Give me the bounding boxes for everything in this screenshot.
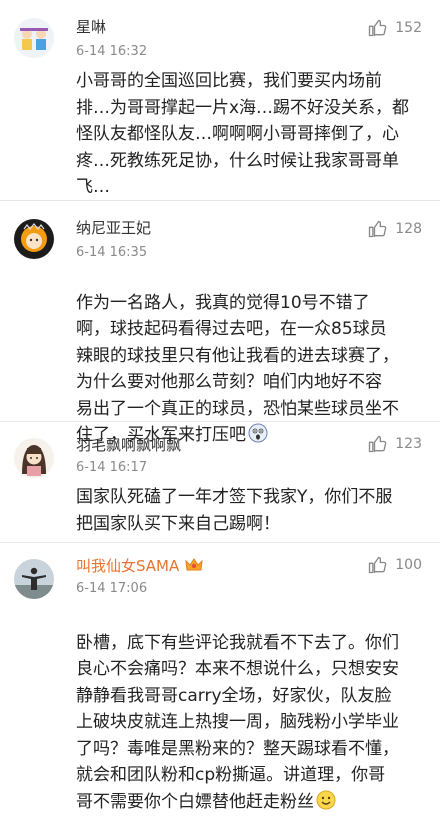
comment-text: 小哥哥的全国巡回比赛，我们要买内场前 排…为哥哥撑起一片x海…踢不好没关系，都 … [76,68,426,201]
timestamp: 6-14 16:32 [76,44,147,59]
thumbs-up-icon [367,219,387,239]
comment-item: 叫我仙女SAMA 6-14 17:06 100 卧槽，底下有些评论我就看不下去了… [0,543,440,795]
comment-text: 国家队死磕了一年才签下我家Y，你们不服 把国家队买下来自己踢啊！ [76,484,426,537]
like-button[interactable]: 100 [367,555,422,575]
like-count: 128 [395,221,422,237]
comment-text: 卧槽，底下有些评论我就看不下去了。你们 良心不会痛吗？本来不想说什么，只想安安 … [76,633,399,812]
comment-text-container: 卧槽，底下有些评论我就看不下去了。你们 良心不会痛吗？本来不想说什么，只想安安 … [76,603,426,818]
timestamp: 6-14 16:35 [76,245,147,260]
long-hair-girl-avatar-icon [14,438,54,478]
username[interactable]: 羽毛飘啊飘啊飘 [76,434,181,455]
avatar[interactable] [14,438,54,478]
timestamp: 6-14 17:06 [76,581,147,596]
like-button[interactable]: 152 [367,18,422,38]
smiley-face-emoji [316,790,336,818]
like-button[interactable]: 123 [367,434,422,454]
avatar[interactable] [14,18,54,58]
username[interactable]: 星啉 [76,16,106,37]
username[interactable]: 叫我仙女SAMA [76,555,205,578]
like-count: 100 [395,557,422,573]
comment-item: 羽毛飘啊飘啊飘 6-14 16:17 123 国家队死磕了一年才签下我家Y，你们… [0,422,440,543]
thumbs-up-icon [367,555,387,575]
thumbs-up-icon [367,18,387,38]
thumbs-up-icon [367,434,387,454]
vip-badge-icon [183,556,205,578]
like-count: 123 [395,436,422,452]
silhouette-person-avatar-icon [14,559,54,599]
avatar[interactable] [14,559,54,599]
orange-girl-avatar-icon [14,219,54,259]
timestamp: 6-14 16:17 [76,460,147,475]
username[interactable]: 纳尼亚王妃 [76,217,151,238]
comment-item: 纳尼亚王妃 6-14 16:35 128 作为一名路人，我真的觉得10号不错了 … [0,201,440,422]
username-text: 叫我仙女SAMA [76,557,179,575]
cartoon-avatar-icon [14,18,54,58]
like-count: 152 [395,20,422,36]
like-button[interactable]: 128 [367,219,422,239]
comment-item: 星啉 6-14 16:32 152 小哥哥的全国巡回比赛，我们要买内场前 排…为… [0,0,440,201]
avatar[interactable] [14,219,54,259]
